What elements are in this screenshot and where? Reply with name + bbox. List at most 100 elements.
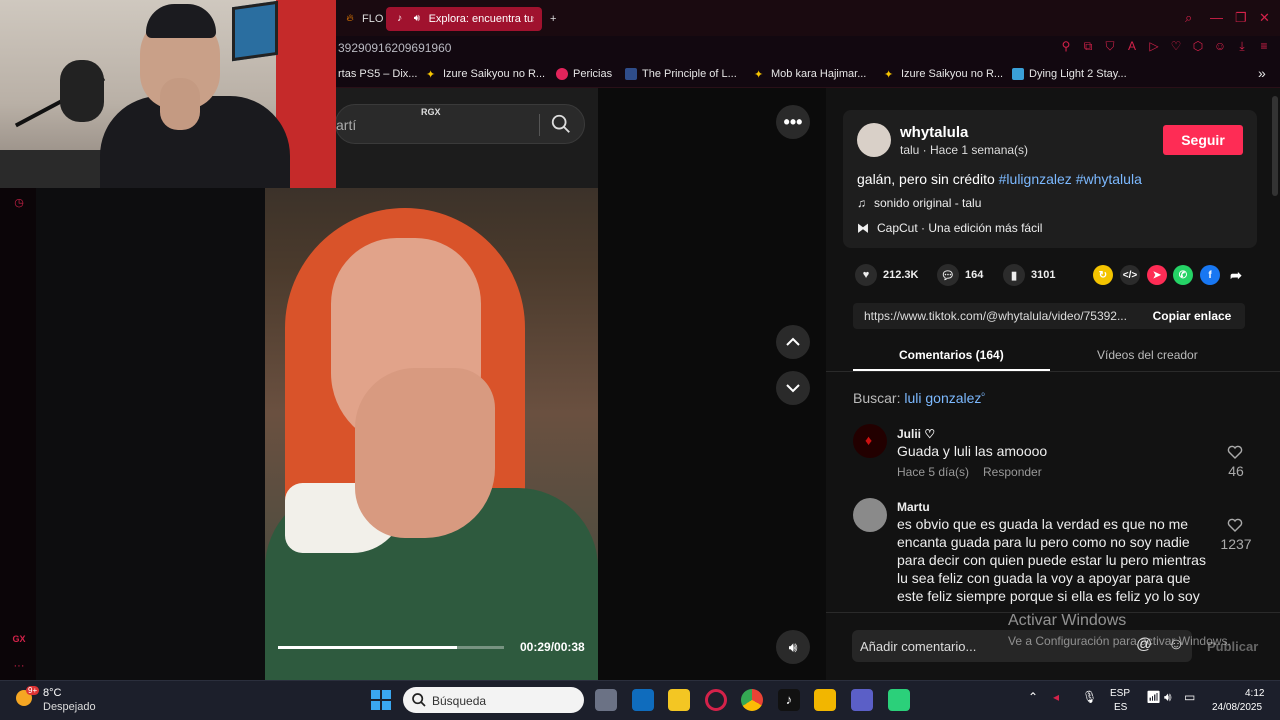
new-tab-button[interactable]: + <box>542 7 564 31</box>
account-icon[interactable]: ☺ <box>1212 38 1228 54</box>
gx-corner-icon[interactable]: GX <box>12 634 26 648</box>
search-icon[interactable] <box>550 113 572 135</box>
teams-icon[interactable] <box>851 689 873 711</box>
more-options-button[interactable]: ••• <box>776 105 810 139</box>
download-icon[interactable]: ⤓ <box>1234 38 1250 54</box>
capcut-link[interactable]: ⧓ CapCut · Una edición más fácil <box>857 221 1042 235</box>
search-input[interactable]: artí <box>336 117 356 133</box>
bookmark-item[interactable]: Dying Light 2 Stay... <box>1012 68 1127 80</box>
tray-overflow-icon[interactable]: ⌃ <box>1028 690 1038 704</box>
weather-desc: Despejado <box>43 701 96 713</box>
share-link-text[interactable]: https://www.tiktok.com/@whytalula/video/… <box>864 309 1127 323</box>
tab-label: FLO <box>362 13 384 25</box>
bookmark-label: Dying Light 2 Stay... <box>1029 68 1127 80</box>
store-icon[interactable] <box>668 689 690 711</box>
bookmark-item[interactable]: ✦ Izure Saikyou no R... <box>884 68 1003 81</box>
snapshot-icon[interactable]: ⧉ <box>1080 38 1096 54</box>
weather-widget[interactable]: 9+ <box>14 686 40 710</box>
volume-tray-icon[interactable]: 🔊︎ <box>1164 690 1172 705</box>
opera-tray-icon[interactable]: ◂ <box>1053 690 1059 704</box>
comment-stat[interactable]: 💬︎ 164 <box>937 264 983 286</box>
bookmark-item[interactable]: rtas PS5 – Dix... <box>338 68 417 80</box>
history-icon[interactable]: ◷ <box>12 196 26 210</box>
comment-avatar[interactable]: ♦ <box>853 424 887 458</box>
volume-button[interactable]: 🔊︎ <box>776 630 810 664</box>
language-bottom[interactable]: ES <box>1114 702 1127 713</box>
search-tabs-icon[interactable]: ⌕ <box>1185 10 1192 26</box>
search-prefix: Buscar: <box>853 390 901 406</box>
tiktok-search-box[interactable]: artí <box>335 104 585 144</box>
clock-date[interactable]: 24/08/2025 <box>1212 702 1262 713</box>
start-button[interactable] <box>371 690 391 710</box>
bookmark-item[interactable]: ✦ Mob kara Hajimar... <box>754 68 866 81</box>
related-search[interactable]: Buscar: luli gonzalezᵒ <box>853 390 985 406</box>
heart-icon[interactable]: ♡ <box>1168 38 1184 54</box>
task-view-icon[interactable] <box>595 689 617 711</box>
clock-time[interactable]: 4:12 <box>1245 688 1264 699</box>
pin-icon[interactable]: ⚲ <box>1058 38 1074 54</box>
tiktok-app-icon[interactable]: ♪ <box>778 689 800 711</box>
url-field[interactable]: 39290916209691960 <box>338 41 451 55</box>
reply-button[interactable]: Responder <box>983 465 1042 479</box>
windows-logo-icon <box>382 690 391 699</box>
sidebar-more-icon[interactable]: ··· <box>12 660 26 674</box>
fire-icon: 🔥︎ <box>346 13 354 24</box>
heart-outline-icon[interactable] <box>1227 517 1243 533</box>
language-top[interactable]: ESP <box>1110 688 1130 699</box>
comment-author[interactable]: Martu <box>897 500 930 514</box>
taskbar-search[interactable] <box>403 687 584 713</box>
restore-icon[interactable]: ❐ <box>1235 10 1247 26</box>
video-progress-bar[interactable] <box>278 646 504 649</box>
tab-creator-videos[interactable]: Vídeos del creador <box>1097 348 1198 362</box>
tab-comments[interactable]: Comentarios (164) <box>899 348 1004 362</box>
facebook-icon[interactable]: f <box>1200 265 1220 285</box>
chrome-icon[interactable] <box>741 689 763 711</box>
extensions-icon[interactable]: ⬡ <box>1190 38 1206 54</box>
panel-scrollbar[interactable] <box>1272 96 1278 196</box>
obs-icon[interactable] <box>888 689 910 711</box>
save-stat[interactable]: ▮ 3101 <box>1003 264 1055 286</box>
comment-avatar[interactable] <box>853 498 887 532</box>
file-explorer-icon[interactable] <box>814 689 836 711</box>
translate-icon[interactable]: A <box>1124 38 1140 54</box>
whatsapp-icon[interactable]: ✆ <box>1173 265 1193 285</box>
play-icon[interactable]: ▷ <box>1146 38 1162 54</box>
music-link[interactable]: ♫ sonido original - talu <box>857 196 981 210</box>
hashtag-link[interactable]: #whytalula <box>1076 171 1142 187</box>
follow-button[interactable]: Seguir <box>1163 125 1243 155</box>
author-avatar[interactable] <box>857 123 891 157</box>
like-stat[interactable]: ♥ 212.3K <box>855 264 918 286</box>
webcam-microphone <box>60 60 104 122</box>
bookmark-label: rtas PS5 – Dix... <box>338 68 418 80</box>
author-username[interactable]: whytalula <box>900 124 968 141</box>
chevron-up-icon <box>786 337 800 346</box>
bookmark-item[interactable]: Pericias <box>556 68 612 80</box>
shield-icon[interactable]: ⛉ <box>1102 38 1118 54</box>
battery-icon[interactable]: ▭ <box>1184 690 1195 704</box>
next-video-button[interactable] <box>776 371 810 405</box>
tab-tiktok-explora[interactable]: ♪ 🔊︎ Explora: encuentra tus <box>386 7 542 31</box>
outlook-icon[interactable] <box>632 689 654 711</box>
opera-gx-icon[interactable] <box>705 689 727 711</box>
send-icon[interactable]: ➤ <box>1147 265 1167 285</box>
embed-icon[interactable]: </> <box>1120 265 1140 285</box>
close-icon[interactable]: ✕ <box>1259 10 1270 26</box>
minimize-icon[interactable]: — <box>1210 10 1223 25</box>
share-arrow-icon[interactable]: ➦ <box>1226 265 1246 285</box>
more-bookmarks-button[interactable]: » <box>1258 65 1266 81</box>
comment-author[interactable]: Julii ♡ <box>897 427 935 441</box>
bookmark-item[interactable]: ✦ Izure Saikyou no R... <box>426 68 545 81</box>
heart-outline-icon[interactable] <box>1227 444 1243 460</box>
search-term-link[interactable]: luli gonzalez <box>904 390 981 406</box>
like-count: 212.3K <box>883 269 919 281</box>
hashtag-link[interactable]: #lulignzalez <box>999 171 1072 187</box>
wifi-icon[interactable]: 📶︎ <box>1146 690 1161 704</box>
menu-icon[interactable]: ≡ <box>1256 38 1272 54</box>
repost-icon[interactable]: ↻ <box>1093 265 1113 285</box>
previous-video-button[interactable] <box>776 325 810 359</box>
copy-link-button[interactable]: Copiar enlace <box>1139 303 1245 329</box>
microphone-icon[interactable]: 🎙︎ <box>1082 690 1097 704</box>
bookmark-item[interactable]: The Principle of L... <box>625 68 737 80</box>
capcut-icon: ⧓ <box>857 221 869 235</box>
tab-flo[interactable]: 🔥︎ FLO <box>336 7 391 31</box>
